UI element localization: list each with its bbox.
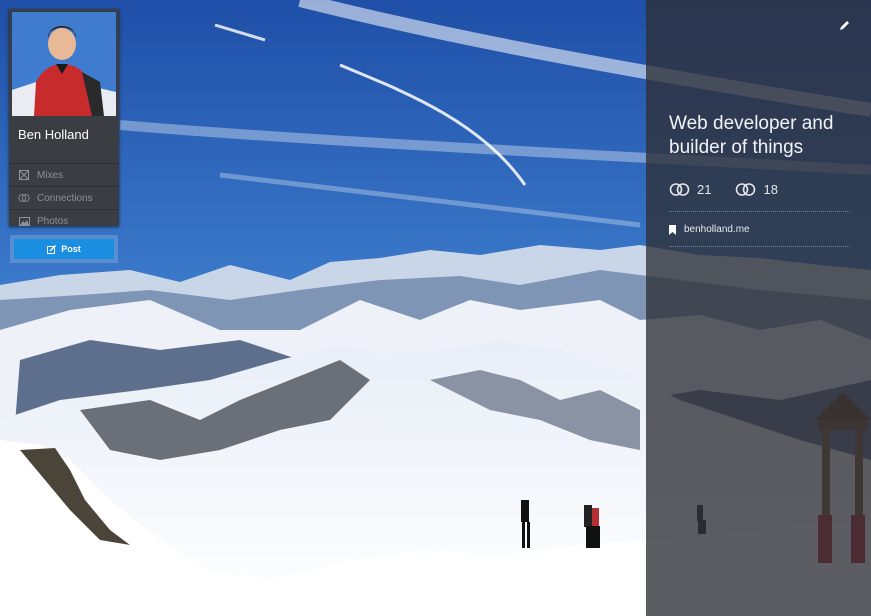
menu-item-mixes[interactable]: Mixes: [9, 163, 119, 186]
website-link[interactable]: benholland.me: [669, 224, 750, 235]
avatar[interactable]: [12, 12, 116, 116]
connections-icon: [18, 192, 30, 204]
stat-connections-out[interactable]: 18: [735, 182, 778, 197]
profile-name[interactable]: Ben Holland: [18, 127, 89, 142]
connections-icon: [669, 183, 691, 196]
profile-menu: Mixes Connections Photos: [9, 163, 119, 232]
divider: [669, 211, 850, 212]
stat-connections-in[interactable]: 21: [669, 182, 711, 197]
compose-icon: [47, 244, 57, 254]
post-button-container: Post: [10, 235, 118, 263]
profile-card: Ben Holland Mixes Connections Photos: [9, 9, 119, 227]
post-button[interactable]: Post: [14, 239, 114, 259]
profile-stats: 21 18: [669, 182, 802, 197]
post-button-label: Post: [61, 244, 81, 254]
menu-item-label: Photos: [37, 215, 69, 227]
bookmark-icon: [669, 224, 676, 235]
photos-icon: [18, 215, 30, 227]
divider: [669, 246, 850, 247]
menu-item-label: Connections: [37, 192, 93, 204]
website-label: benholland.me: [684, 224, 750, 235]
profile-info-panel: Web developer and builder of things 21 1…: [646, 0, 871, 616]
mixes-icon: [18, 169, 30, 181]
menu-item-photos[interactable]: Photos: [9, 209, 119, 232]
connections-icon: [735, 183, 757, 196]
stat-value: 21: [697, 182, 712, 197]
profile-headline: Web developer and builder of things: [669, 113, 834, 158]
menu-item-connections[interactable]: Connections: [9, 186, 119, 209]
stat-value: 18: [763, 182, 778, 197]
menu-item-label: Mixes: [37, 169, 64, 181]
avatar-image: [12, 12, 116, 116]
pencil-icon[interactable]: [839, 18, 851, 30]
